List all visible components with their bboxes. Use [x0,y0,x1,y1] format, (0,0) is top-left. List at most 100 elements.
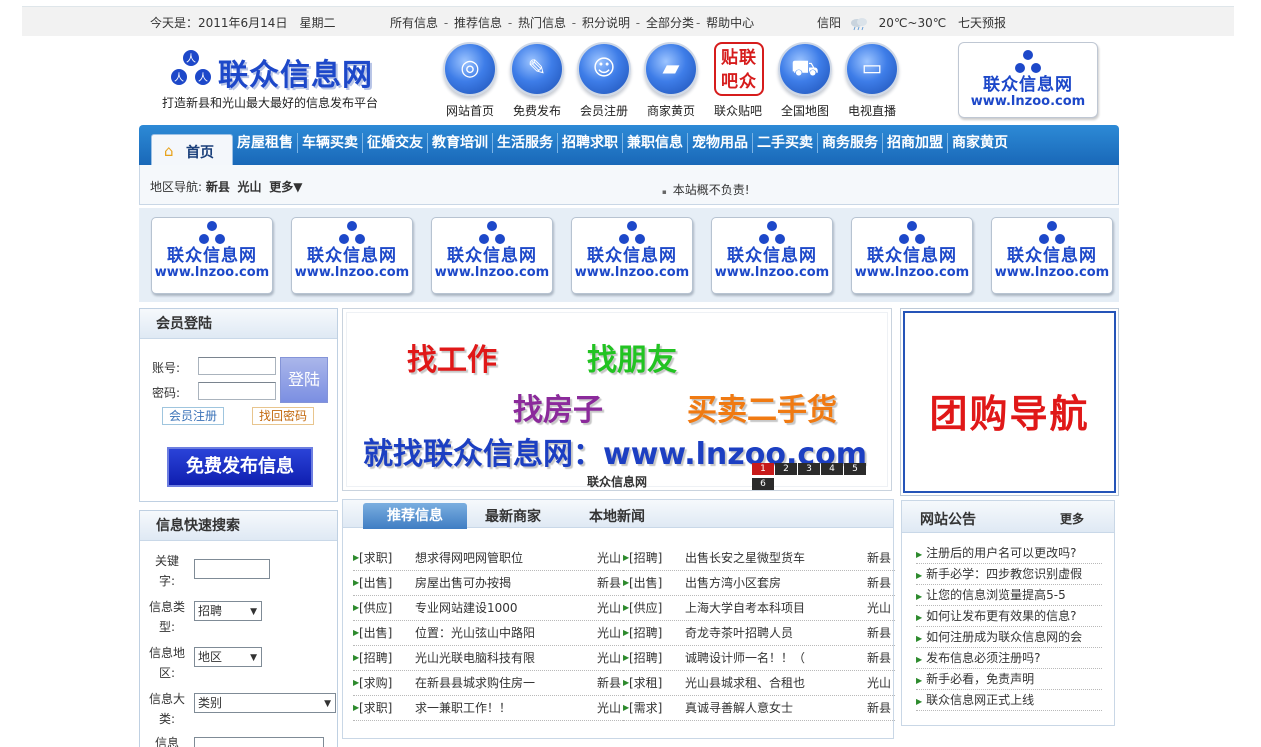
sponsor-ad[interactable]: 联众信息网 www.lnzoo.com [571,217,693,294]
list-item[interactable]: ▶ [出售] 房屋出售可办按揭 新县 [353,571,625,596]
banner-page-6[interactable]: 6 [752,478,774,490]
top-link-points[interactable]: 积分说明 [582,16,630,30]
category-select[interactable]: 类别 ▼ [194,693,336,713]
nav-item-part-time[interactable]: 兼职信息 [622,133,687,153]
keyword-input[interactable] [194,559,270,579]
sponsor-ad[interactable]: 联众信息网 www.lnzoo.com [151,217,273,294]
item-title[interactable]: 在新县县城求购住房一 [415,671,585,695]
sponsor-ad[interactable]: 联众信息网 www.lnzoo.com [711,217,833,294]
nav-tv[interactable]: ▭ 电视直播 [838,42,906,119]
nav-home[interactable]: ◎ 网站首页 [436,42,504,119]
group-buy-ad[interactable]: 团购导航 [900,308,1119,496]
banner-page-3[interactable]: 3 [798,463,820,475]
sponsor-ad[interactable]: 联众信息网 www.lnzoo.com [431,217,553,294]
list-item[interactable]: ▶ [供应] 专业网站建设1000 光山 [353,596,625,621]
top-link-help[interactable]: 帮助中心 [706,16,754,30]
list-item[interactable]: ▶ [求职] 求一兼职工作！！ 光山 [353,696,625,721]
nav-item-franchise[interactable]: 招商加盟 [882,133,947,153]
tab-home[interactable]: ⌂ 首页 [151,134,233,165]
announcement-item[interactable]: ▶ 新手必看，免责声明 [916,669,1102,690]
nav-forum[interactable]: 贴联吧众 联众贴吧 [704,42,772,119]
list-item[interactable]: ▶ [招聘] 奇龙寺茶叶招聘人员 新县 [623,621,895,646]
scrolling-notice-text: 本站概不负责! [672,183,750,197]
item-title[interactable]: 位置：光山弦山中路阳 [415,621,585,645]
free-post-button[interactable]: 免费发布信息 [167,447,313,487]
top-link-categories[interactable]: 全部分类 [646,16,694,30]
announcement-item[interactable]: ▶ 联众信息网正式上线 [916,690,1102,711]
nav-item-life-services[interactable]: 生活服务 [492,133,557,153]
item-title[interactable]: 光山县城求租、合租也 [685,671,855,695]
type-select[interactable]: 招聘 ▼ [194,601,262,621]
announcement-item[interactable]: ▶ 注册后的用户名可以更改吗? [916,543,1102,564]
top-link-recommended[interactable]: 推荐信息 [454,16,502,30]
item-title[interactable]: 求一兼职工作！！ [415,696,585,720]
list-item[interactable]: ▶ [出售] 出售方湾小区套房 新县 [623,571,895,596]
item-title[interactable]: 出售长安之星微型货车 [685,546,855,570]
sponsor-ad[interactable]: 联众信息网 www.lnzoo.com [851,217,973,294]
site-logo[interactable]: 人 人 人 联众信息网 打造新县和光山最大最好的信息发布平台 [160,44,410,114]
item-title[interactable]: 上海大学自考本科项目 [685,596,855,620]
list-item[interactable]: ▶ [供应] 上海大学自考本科项目 光山 [623,596,895,621]
list-item[interactable]: ▶ [求购] 在新县县城求购住房一 新县 [353,671,625,696]
item-title[interactable]: 真诚寻善解人意女士 [685,696,855,720]
login-button[interactable]: 登陆 [280,357,328,403]
weather-forecast-link[interactable]: 七天预报 [958,16,1006,30]
banner-page-5[interactable]: 5 [844,463,866,475]
register-button[interactable]: 会员注册 [162,407,225,425]
brand-box[interactable]: 联众信息网 www.lnzoo.com [958,42,1098,118]
nav-item-education[interactable]: 教育培训 [427,133,492,153]
nav-yellow-pages[interactable]: ▰ 商家黄页 [637,42,705,119]
sponsor-ad[interactable]: 联众信息网 www.lnzoo.com [991,217,1113,294]
list-item[interactable]: ▶ [出售] 位置：光山弦山中路阳 光山 [353,621,625,646]
item-title[interactable]: 想求得网吧网管职位 [415,546,585,570]
extra-input[interactable] [194,737,324,747]
list-item[interactable]: ▶ [招聘] 出售长安之星微型货车 新县 [623,546,895,571]
type-select-value: 招聘 [198,604,223,618]
nav-free-post[interactable]: ✎ 免费发布 [503,42,571,119]
announcement-more-link[interactable]: 更多 [1060,510,1084,527]
item-title[interactable]: 房屋出售可办按揭 [415,571,585,595]
region-more-link[interactable]: 更多▼ [269,180,302,194]
announcement-item[interactable]: ▶ 如何让发布更有效果的信息? [916,606,1102,627]
tab-local-news[interactable]: 本地新闻 [589,506,645,526]
top-link-all[interactable]: 所有信息 [390,16,438,30]
account-input[interactable] [198,357,276,375]
banner-page-1[interactable]: 1 [752,463,774,475]
nav-item-vehicles[interactable]: 车辆买卖 [297,133,362,153]
list-item[interactable]: ▶ [求职] 想求得网吧网管职位 光山 [353,546,625,571]
nav-item-business[interactable]: 商务服务 [817,133,882,153]
item-title[interactable]: 诚聘设计师一名！！（ [685,646,855,670]
area-select[interactable]: 地区 ▼ [194,647,262,667]
nav-item-jobs[interactable]: 招聘求职 [557,133,622,153]
nav-item-dating[interactable]: 征婚交友 [362,133,427,153]
banner-slideshow[interactable]: 找工作 找朋友 找房子 买卖二手货 就找联众信息网：www.lnzoo.com … [342,308,892,491]
top-link-hot[interactable]: 热门信息 [518,16,566,30]
tab-new-merchants[interactable]: 最新商家 [485,506,541,526]
forgot-password-button[interactable]: 找回密码 [252,407,315,425]
item-title[interactable]: 奇龙寺茶叶招聘人员 [685,621,855,645]
tab-recommended[interactable]: 推荐信息 [363,503,467,529]
banner-page-2[interactable]: 2 [775,463,797,475]
announcement-item[interactable]: ▶ 发布信息必须注册吗? [916,648,1102,669]
item-title[interactable]: 专业网站建设1000 [415,596,585,620]
nav-register[interactable]: ☺ 会员注册 [570,42,638,119]
nav-item-pets[interactable]: 宠物用品 [687,133,752,153]
password-input[interactable] [198,382,276,400]
announcement-item[interactable]: ▶ 让您的信息浏览量提高5-5 [916,585,1102,606]
nav-map[interactable]: ⛟ 全国地图 [771,42,839,119]
item-title[interactable]: 光山光联电脑科技有限 [415,646,585,670]
nav-item-housing[interactable]: 房屋租售 [233,133,297,153]
announcement-item[interactable]: ▶ 新手必学：四步教您识别虚假 [916,564,1102,585]
item-title[interactable]: 出售方湾小区套房 [685,571,855,595]
announcement-item[interactable]: ▶ 如何注册成为联众信息网的会 [916,627,1102,648]
list-item[interactable]: ▶ [招聘] 诚聘设计师一名！！（ 新县 [623,646,895,671]
region-link-guangshan[interactable]: 光山 [238,180,262,194]
nav-item-second-hand[interactable]: 二手买卖 [752,133,817,153]
region-link-xinxian[interactable]: 新县 [206,180,230,194]
list-item[interactable]: ▶ [招聘] 光山光联电脑科技有限 光山 [353,646,625,671]
sponsor-ad[interactable]: 联众信息网 www.lnzoo.com [291,217,413,294]
nav-item-yellow-pages[interactable]: 商家黄页 [947,133,1012,153]
list-item[interactable]: ▶ [需求] 真诚寻善解人意女士 新县 [623,696,895,721]
list-item[interactable]: ▶ [求租] 光山县城求租、合租也 光山 [623,671,895,696]
banner-page-4[interactable]: 4 [821,463,843,475]
